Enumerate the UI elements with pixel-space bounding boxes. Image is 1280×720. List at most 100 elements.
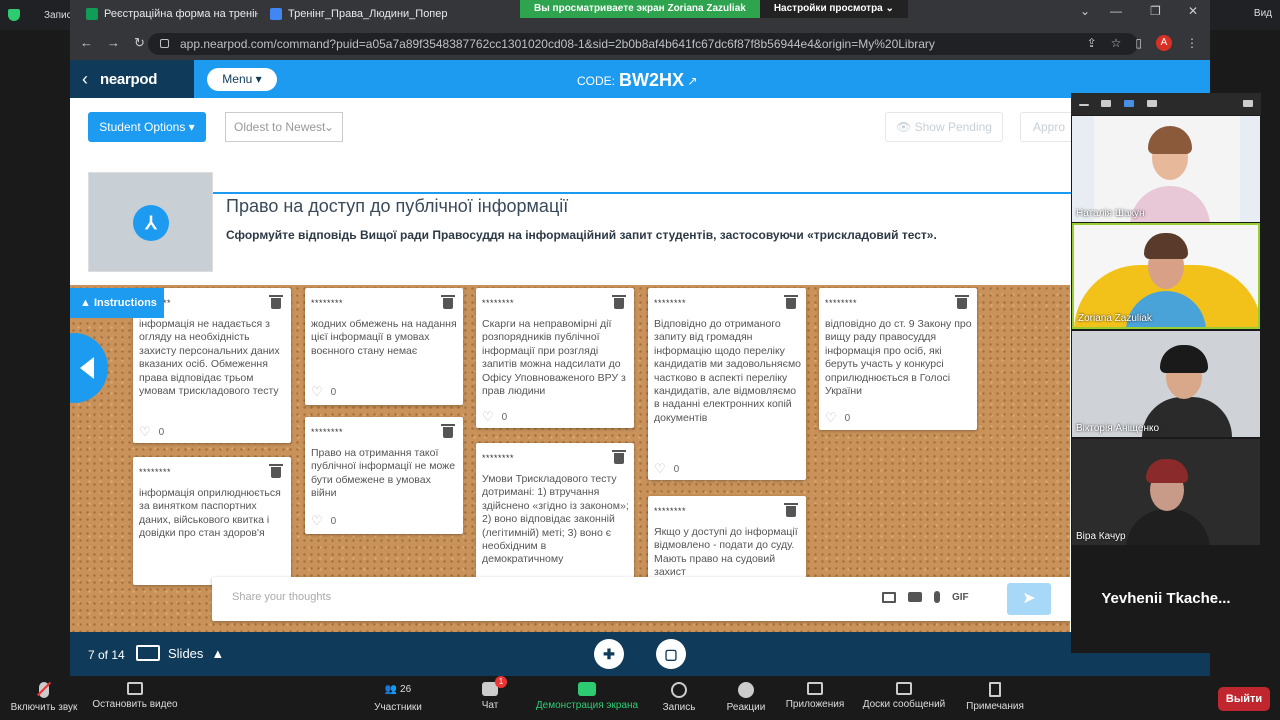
single-view-icon[interactable] [1101, 100, 1111, 107]
post-card[interactable]: ******** Якщо у доступі до інформації ві… [648, 496, 806, 586]
stop-video-button[interactable]: Остановить видео [90, 682, 180, 710]
like-button[interactable]: ♡ 0 [482, 409, 507, 425]
post-card[interactable]: ******** Скарги на неправомірні дії розп… [476, 288, 634, 428]
video-tile[interactable]: Віра Качур [1072, 439, 1260, 545]
session-code: CODE: BW2HX ↗ [577, 70, 697, 91]
reactions-button[interactable]: Реакции [722, 682, 770, 713]
like-button[interactable]: ♡ 0 [825, 410, 850, 426]
grid-view-icon[interactable] [1147, 100, 1157, 107]
slides-toggle[interactable]: Slides ▲ [136, 645, 224, 661]
restore-icon[interactable]: ❐ [1150, 4, 1161, 18]
post-author: ******** [311, 298, 344, 308]
apps-button[interactable]: Приложения [782, 682, 848, 710]
participant-name: Наталія Шакун [1076, 208, 1145, 219]
screen-share-banner: Вы просматриваете экран Zoriana Zazuliak… [520, 0, 908, 18]
video-tile[interactable]: Наталія Шакун [1072, 116, 1260, 222]
trash-icon[interactable] [612, 450, 626, 464]
post-card[interactable]: ******** інформація оприлюднюється за ви… [133, 457, 291, 585]
collaborate-board[interactable]: ******** інформація не надається з огляд… [70, 285, 1070, 676]
show-pending-button[interactable]: 👁 Show Pending [885, 112, 1003, 142]
view-settings-button[interactable]: Настройки просмотра ⌄ [759, 0, 908, 18]
heart-icon: ♡ [139, 424, 151, 439]
tab-label: Тренінг_Права_Людини_Попер [288, 8, 447, 20]
trash-icon[interactable] [784, 295, 798, 309]
slides-icon [136, 645, 160, 661]
post-text: Відповідно до отриманого запиту від гром… [654, 318, 802, 424]
mute-button[interactable]: Включить звук [8, 681, 80, 713]
smile-icon [738, 682, 754, 698]
post-card[interactable]: ******** відповідно до ст. 9 Закону про … [819, 288, 977, 430]
share-icon[interactable]: ⇪ [1087, 36, 1097, 50]
post-card[interactable]: ******** Право на отримання такої публіч… [305, 417, 463, 534]
post-author: ******** [482, 453, 515, 463]
external-link-icon[interactable]: ↗ [687, 74, 697, 88]
like-button[interactable]: ♡ 0 [654, 461, 679, 477]
view-button[interactable]: Вид [1254, 8, 1272, 19]
trash-icon[interactable] [441, 424, 455, 438]
chat-button[interactable]: 1 Чат [472, 676, 508, 711]
more-icon[interactable]: ⋮ [1186, 36, 1198, 50]
nearpod-header: ‹ nearpod Menu ▾ CODE: BW2HX ↗ [70, 60, 1210, 98]
notes-button[interactable]: Примечания [962, 682, 1028, 712]
video-tile[interactable]: Zoriana Zazuliak [1072, 223, 1260, 329]
send-button[interactable]: ➤ [1007, 583, 1051, 615]
share-screen-button[interactable]: Демонстрация экрана [532, 682, 642, 711]
microphone-icon[interactable] [934, 591, 940, 603]
url-field[interactable]: app.nearpod.com/command?puid=a05a7a89f35… [148, 33, 1138, 55]
post-card[interactable]: ******** Умови Трискладового тесту дотри… [476, 443, 634, 583]
whiteboards-button[interactable]: Доски сообщений [858, 682, 950, 710]
image-icon[interactable] [882, 591, 896, 603]
question-thumbnail[interactable]: ⅄ [88, 172, 213, 272]
video-icon[interactable] [908, 592, 922, 602]
like-button[interactable]: ♡ 0 [311, 384, 336, 400]
trash-icon[interactable] [269, 295, 283, 309]
heart-icon: ♡ [482, 409, 494, 424]
post-card[interactable]: ******** Відповідно до отриманого запиту… [648, 288, 806, 480]
profile-avatar[interactable]: A [1156, 35, 1172, 51]
chat-icon: 1 [482, 676, 507, 696]
student-options-button[interactable]: Student Options ▾ [88, 112, 206, 142]
close-window-icon[interactable]: ✕ [1188, 4, 1198, 18]
tab-registration-form[interactable]: Реєстраційна форма на тренін ✕ [78, 2, 258, 26]
share-thoughts-input[interactable]: Share your thoughts GIF ➤ [212, 577, 1070, 621]
sort-select[interactable]: Oldest to Newest ⌄ [225, 112, 343, 142]
trash-icon[interactable] [612, 295, 626, 309]
gif-button[interactable]: GIF [952, 592, 969, 603]
active-speaker-name: Yevhenii Tkache... [1101, 590, 1231, 607]
tab-training-doc[interactable]: Тренінг_Права_Людини_Попер ✕ [262, 2, 447, 26]
popout-icon[interactable] [1243, 100, 1253, 107]
comment-icon[interactable]: ▢ [656, 639, 686, 669]
shield-icon [8, 9, 20, 21]
strip-view-icon[interactable] [1124, 100, 1134, 107]
post-author: ******** [654, 506, 687, 516]
sidebar-icon[interactable]: ▯ [1135, 36, 1142, 50]
puzzle-icon[interactable]: ✚ [594, 639, 624, 669]
trash-icon[interactable] [784, 503, 798, 517]
video-tile[interactable]: Вікторія Аніщенко [1072, 331, 1260, 437]
question-description: Сформуйте відповідь Вищої ради Правосудд… [226, 228, 937, 242]
minimize-icon[interactable]: — [1110, 4, 1122, 18]
minimize-icon[interactable] [1079, 104, 1089, 106]
post-text: відповідно до ст. 9 Закону про вищу раду… [825, 318, 972, 398]
menu-button[interactable]: Menu ▾ [207, 68, 277, 91]
docs-icon [270, 8, 282, 20]
code-value: BW2HX [619, 70, 685, 90]
like-button[interactable]: ♡ 0 [139, 424, 164, 440]
code-label: CODE: [577, 74, 616, 88]
chevron-down-icon[interactable]: ⌄ [1080, 4, 1090, 18]
like-button[interactable]: ♡ 0 [311, 513, 336, 529]
instructions-toggle[interactable]: ▲ Instructions [70, 288, 164, 318]
post-card[interactable]: ******** жодних обмежень на надання цієї… [305, 288, 463, 405]
trash-icon[interactable] [955, 295, 969, 309]
leave-button[interactable]: Выйти [1218, 687, 1270, 711]
browser-window: Реєстраційна форма на тренін ✕ Тренінг_П… [70, 0, 1210, 60]
star-icon[interactable]: ☆ [1111, 36, 1122, 50]
participants-button[interactable]: 👥 26 Участники [370, 682, 426, 713]
post-author: ******** [482, 298, 515, 308]
previous-arrow-button[interactable] [70, 333, 108, 403]
back-icon[interactable]: ‹ [82, 69, 88, 90]
camera-icon [127, 682, 143, 695]
trash-icon[interactable] [269, 464, 283, 478]
record-button[interactable]: Запись [658, 682, 700, 713]
trash-icon[interactable] [441, 295, 455, 309]
